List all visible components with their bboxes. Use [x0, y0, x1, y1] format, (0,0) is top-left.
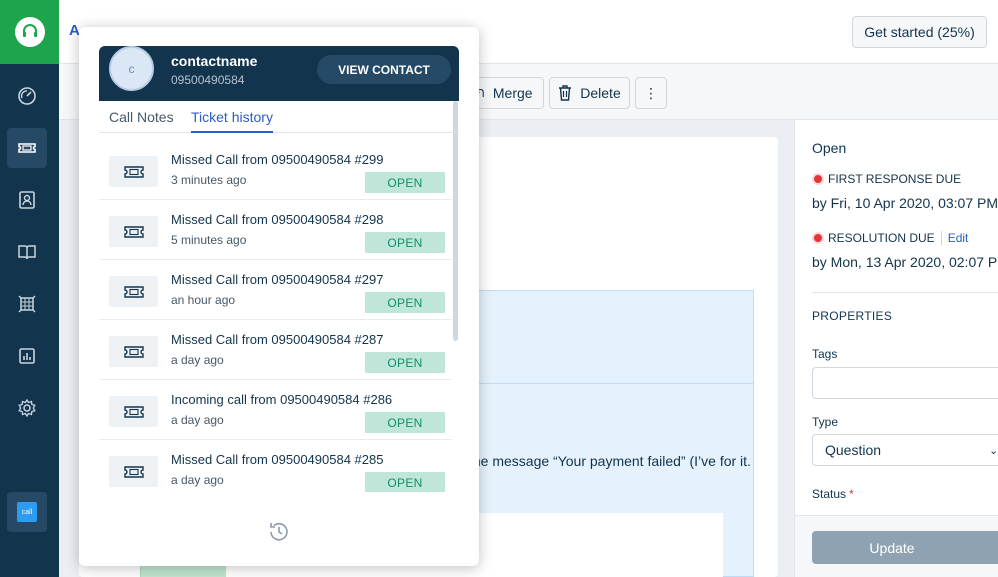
ticket-history-item[interactable]: Missed Call from 09500490584 #298 5 minut… — [99, 200, 452, 260]
phone-contact-popup: c contactname 09500490584 VIEW CONTACT C… — [79, 27, 479, 566]
nav-contacts[interactable] — [7, 180, 47, 220]
ticket-time: a day ago — [171, 413, 224, 427]
ticket-time: an hour ago — [171, 293, 236, 307]
ticket-history-item[interactable]: Incoming call from 09500490584 #286 a day… — [99, 380, 452, 440]
settings-icon — [18, 398, 36, 418]
reports-icon — [19, 348, 35, 364]
status-badge: OPEN — [365, 232, 445, 253]
first-response-label: FIRST RESPONSE DUE — [828, 172, 962, 186]
nav-phone-app[interactable]: call — [7, 492, 47, 532]
more-actions-button[interactable]: ⋮ — [635, 77, 667, 109]
nav-settings[interactable] — [7, 388, 47, 428]
type-label: Type — [812, 415, 839, 429]
dashboard-icon — [18, 87, 36, 105]
ticket-title[interactable]: Missed Call from 09500490584 #298 — [171, 212, 383, 227]
tags-input[interactable] — [812, 367, 998, 399]
nav-solutions[interactable] — [7, 232, 47, 272]
status-label: Status * — [812, 487, 854, 501]
merge-label: Merge — [492, 85, 533, 101]
ticket-icon — [109, 156, 158, 187]
contact-header: c contactname 09500490584 VIEW CONTACT — [99, 46, 459, 101]
admin-icon — [18, 295, 36, 313]
ticket-title[interactable]: Missed Call from 09500490584 #299 — [171, 152, 383, 167]
panel-divider — [812, 292, 998, 293]
status-badge: OPEN — [365, 352, 445, 373]
tags-label: Tags — [812, 347, 838, 361]
nav-admin[interactable] — [7, 284, 47, 324]
tab-ticket-history[interactable]: Ticket history — [191, 109, 273, 133]
resolution-due: RESOLUTION DUE Edit — [812, 231, 968, 245]
contacts-icon — [19, 191, 35, 209]
solutions-icon — [18, 245, 36, 260]
left-nav: call — [0, 0, 59, 577]
overdue-dot-icon — [812, 173, 824, 185]
phone-app-label: call — [21, 508, 33, 516]
overdue-dot-icon — [812, 232, 824, 244]
ticket-list-scrollbar[interactable] — [453, 101, 458, 341]
avatar: c — [109, 46, 154, 91]
ticket-history-item[interactable]: Missed Call from 09500490584 #299 3 minut… — [99, 140, 452, 200]
ticket-icon — [109, 456, 158, 487]
ticket-title[interactable]: Missed Call from 09500490584 #287 — [171, 332, 383, 347]
chevron-down-icon: ⌄ — [989, 444, 998, 457]
freshdesk-logo[interactable] — [0, 0, 59, 64]
nav-reports[interactable] — [7, 336, 47, 376]
status-badge: OPEN — [365, 412, 445, 433]
ticket-properties-panel: Open FIRST RESPONSE DUE by Fri, 10 Apr 2… — [794, 120, 998, 577]
resolution-edit-link[interactable]: Edit — [940, 231, 968, 245]
phone-app-icon: call — [17, 502, 37, 522]
nav-dashboard[interactable] — [7, 76, 47, 116]
ticket-title[interactable]: Missed Call from 09500490584 #297 — [171, 272, 383, 287]
ticket-icon — [109, 396, 158, 427]
ticket-time: a day ago — [171, 353, 224, 367]
history-icon[interactable] — [266, 519, 292, 545]
type-select[interactable]: Question ⌄ — [812, 434, 998, 466]
required-marker: * — [849, 487, 854, 501]
ticket-history-item[interactable]: Missed Call from 09500490584 #285 a day a… — [99, 440, 452, 492]
contact-name: contactname — [171, 53, 258, 69]
ticket-title[interactable]: Missed Call from 09500490584 #285 — [171, 452, 383, 467]
properties-heading: PROPERTIES — [812, 309, 893, 323]
first-response-date: by Fri, 10 Apr 2020, 03:07 PM — [812, 195, 998, 211]
get-started-button[interactable]: Get started (25%) — [852, 16, 987, 48]
contact-phone: 09500490584 — [171, 73, 245, 87]
trash-icon — [559, 85, 572, 101]
nav-tickets[interactable] — [7, 128, 47, 168]
delete-button[interactable]: Delete — [549, 77, 630, 109]
delete-label: Delete — [580, 85, 621, 101]
ticket-time: a day ago — [171, 473, 224, 487]
status-badge: OPEN — [365, 292, 445, 313]
ticket-time: 3 minutes ago — [171, 173, 247, 187]
resolution-label: RESOLUTION DUE — [828, 231, 935, 245]
ticket-status-text: Open — [812, 140, 847, 156]
ticket-history-list: Missed Call from 09500490584 #299 3 minut… — [99, 140, 452, 492]
headset-icon — [22, 24, 37, 37]
conversation-message: me message “Your payment failed” (I’ve f… — [469, 453, 751, 469]
ticket-icon — [109, 276, 158, 307]
tab-call-notes[interactable]: Call Notes — [109, 109, 174, 125]
ticket-history-item[interactable]: Missed Call from 09500490584 #297 an hour… — [99, 260, 452, 320]
ticket-icon — [109, 216, 158, 247]
update-button[interactable]: Update — [812, 531, 998, 564]
ticket-title[interactable]: Incoming call from 09500490584 #286 — [171, 392, 392, 407]
status-label-text: Status — [812, 487, 847, 501]
ticket-time: 5 minutes ago — [171, 233, 247, 247]
first-response-due: FIRST RESPONSE DUE — [812, 172, 961, 186]
view-contact-button[interactable]: VIEW CONTACT — [317, 55, 451, 84]
ticket-icon — [109, 336, 158, 367]
popup-tabs: Call Notes Ticket history — [99, 101, 459, 133]
tickets-icon — [18, 143, 36, 153]
resolution-date: by Mon, 13 Apr 2020, 02:07 PM — [812, 254, 998, 270]
status-badge: OPEN — [365, 172, 445, 193]
ticket-history-item[interactable]: Missed Call from 09500490584 #287 a day a… — [99, 320, 452, 380]
type-select-value: Question — [825, 442, 882, 458]
status-badge: OPEN — [365, 472, 445, 492]
